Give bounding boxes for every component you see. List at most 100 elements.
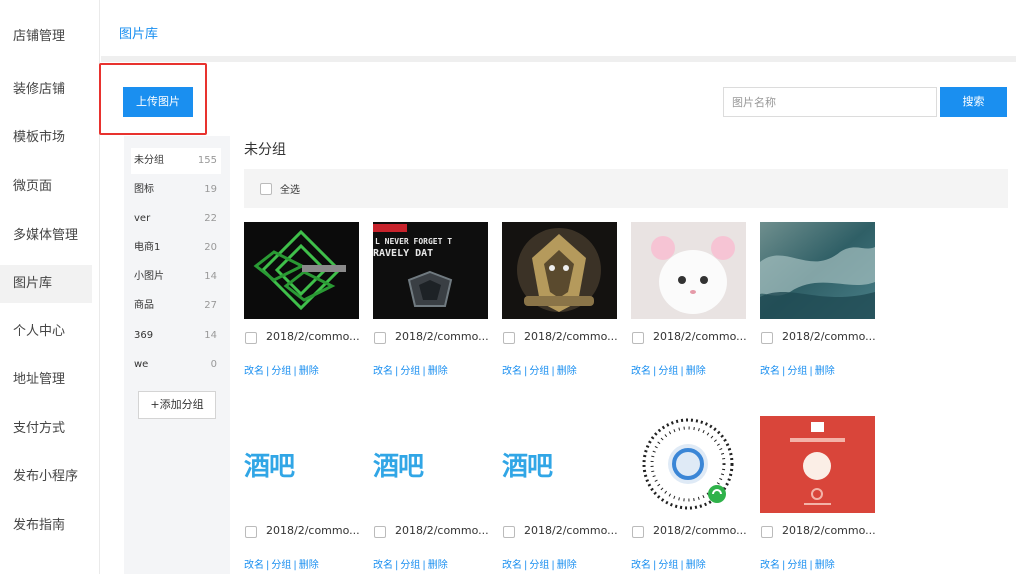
image-card[interactable]: L NEVER FORGET T RAVELY DAT 2018/2/commo… xyxy=(373,222,493,382)
sidebar-item-payment-method[interactable]: 支付方式 xyxy=(0,410,92,448)
group-link[interactable]: 分组 xyxy=(787,560,807,571)
group-count: 22 xyxy=(204,213,217,224)
group-link[interactable]: 分组 xyxy=(400,366,420,377)
image-checkbox[interactable] xyxy=(245,332,257,344)
rename-link[interactable]: 改名 xyxy=(760,560,780,571)
image-checkbox[interactable] xyxy=(761,526,773,538)
delete-link[interactable]: 删除 xyxy=(428,560,448,571)
image-thumbnail[interactable] xyxy=(502,222,617,319)
group-link[interactable]: 分组 xyxy=(658,366,678,377)
image-thumbnail[interactable] xyxy=(631,416,746,513)
rename-link[interactable]: 改名 xyxy=(631,366,651,377)
image-checkbox[interactable] xyxy=(503,526,515,538)
image-thumbnail[interactable] xyxy=(244,222,359,319)
sidebar: 店铺管理 装修店铺 模板市场 微页面 多媒体管理 图片库 个人中心 地址管理 支… xyxy=(0,0,100,574)
delete-link[interactable]: 删除 xyxy=(815,560,835,571)
rename-link[interactable]: 改名 xyxy=(502,560,522,571)
image-card[interactable]: 酒吧 2018/2/commo... 改名 | 分组 | 删除 xyxy=(502,416,622,574)
group-item[interactable]: we 0 xyxy=(131,352,221,378)
delete-link[interactable]: 删除 xyxy=(686,560,706,571)
calligraphy-text: 酒吧 xyxy=(244,452,295,482)
sidebar-item-media-management[interactable]: 多媒体管理 xyxy=(0,217,92,255)
image-checkbox[interactable] xyxy=(761,332,773,344)
image-thumbnail[interactable]: 酒吧 xyxy=(244,416,359,513)
delete-link[interactable]: 删除 xyxy=(686,366,706,377)
group-link[interactable]: 分组 xyxy=(787,366,807,377)
group-item[interactable]: 图标 19 xyxy=(131,177,221,203)
image-actions: 改名 | 分组 | 删除 xyxy=(760,362,835,377)
group-item[interactable]: 未分组 155 xyxy=(131,148,221,174)
group-name: 商品 xyxy=(134,300,154,311)
rename-link[interactable]: 改名 xyxy=(502,366,522,377)
upload-image-button[interactable]: 上传图片 xyxy=(123,87,193,117)
image-card[interactable]: 2018/2/commo... 改名 | 分组 | 删除 xyxy=(631,222,751,382)
image-card[interactable]: 2018/2/commo... 改名 | 分组 | 删除 xyxy=(631,416,751,574)
image-name: 2018/2/commo... xyxy=(395,330,489,343)
rename-link[interactable]: 改名 xyxy=(244,366,264,377)
delete-link[interactable]: 删除 xyxy=(428,366,448,377)
sidebar-item-template-market[interactable]: 模板市场 xyxy=(0,119,92,157)
tab-image-library[interactable]: 图片库 xyxy=(119,0,158,56)
group-item[interactable]: ver 22 xyxy=(131,206,221,232)
sidebar-item-personal-center[interactable]: 个人中心 xyxy=(0,313,92,351)
delete-link[interactable]: 删除 xyxy=(557,366,577,377)
delete-link[interactable]: 删除 xyxy=(299,560,319,571)
group-link[interactable]: 分组 xyxy=(529,560,549,571)
rename-link[interactable]: 改名 xyxy=(631,560,651,571)
delete-link[interactable]: 删除 xyxy=(299,366,319,377)
image-card[interactable]: 2018/2/commo... 改名 | 分组 | 删除 xyxy=(502,222,622,382)
image-thumbnail[interactable]: 酒吧 xyxy=(502,416,617,513)
select-all-checkbox[interactable] xyxy=(260,183,272,195)
image-checkbox[interactable] xyxy=(374,526,386,538)
separator: | xyxy=(782,560,786,571)
sidebar-item-micro-page[interactable]: 微页面 xyxy=(0,168,92,206)
image-thumbnail[interactable]: L NEVER FORGET T RAVELY DAT xyxy=(373,222,488,319)
image-checkbox[interactable] xyxy=(632,332,644,344)
image-actions: 改名 | 分组 | 删除 xyxy=(244,362,319,377)
image-checkbox[interactable] xyxy=(245,526,257,538)
image-card[interactable]: 酒吧 2018/2/commo... 改名 | 分组 | 删除 xyxy=(244,416,364,574)
image-name: 2018/2/commo... xyxy=(524,524,618,537)
image-card[interactable]: 2018/2/commo... 改名 | 分组 | 删除 xyxy=(760,416,880,574)
sidebar-item-publish-miniprogram[interactable]: 发布小程序 xyxy=(0,458,92,496)
sidebar-item-address-management[interactable]: 地址管理 xyxy=(0,361,92,399)
image-card[interactable]: 酒吧 2018/2/commo... 改名 | 分组 | 删除 xyxy=(373,416,493,574)
separator: | xyxy=(809,560,813,571)
delete-link[interactable]: 删除 xyxy=(815,366,835,377)
image-name: 2018/2/commo... xyxy=(266,524,360,537)
rename-link[interactable]: 改名 xyxy=(373,366,393,377)
group-count: 155 xyxy=(197,155,217,166)
sidebar-item-decorate-store[interactable]: 装修店铺 xyxy=(0,71,92,109)
group-link[interactable]: 分组 xyxy=(271,560,291,571)
group-name: 电商1 xyxy=(134,242,161,253)
search-button[interactable]: 搜索 xyxy=(940,87,1007,117)
group-link[interactable]: 分组 xyxy=(658,560,678,571)
image-card[interactable]: 2018/2/commo... 改名 | 分组 | 删除 xyxy=(244,222,364,382)
image-thumbnail[interactable] xyxy=(631,222,746,319)
group-item[interactable]: 电商1 20 xyxy=(131,235,221,261)
image-checkbox[interactable] xyxy=(503,332,515,344)
image-thumbnail[interactable]: 酒吧 xyxy=(373,416,488,513)
image-thumbnail[interactable] xyxy=(760,416,875,513)
delete-link[interactable]: 删除 xyxy=(557,560,577,571)
group-link[interactable]: 分组 xyxy=(529,366,549,377)
rename-link[interactable]: 改名 xyxy=(373,560,393,571)
group-count: 20 xyxy=(204,242,217,253)
add-group-button[interactable]: +添加分组 xyxy=(138,391,216,419)
sidebar-item-image-library[interactable]: 图片库 xyxy=(0,265,92,303)
group-item[interactable]: 小图片 14 xyxy=(131,264,221,290)
image-checkbox[interactable] xyxy=(632,526,644,538)
group-item[interactable]: 369 14 xyxy=(131,323,221,349)
rename-link[interactable]: 改名 xyxy=(244,560,264,571)
search-input[interactable] xyxy=(723,87,937,117)
select-all-label[interactable]: 全选 xyxy=(280,181,300,196)
group-item[interactable]: 商品 27 xyxy=(131,293,221,319)
sidebar-item-publish-guide[interactable]: 发布指南 xyxy=(0,507,92,545)
sidebar-item-store-management[interactable]: 店铺管理 xyxy=(0,18,92,56)
image-checkbox[interactable] xyxy=(374,332,386,344)
rename-link[interactable]: 改名 xyxy=(760,366,780,377)
image-thumbnail[interactable] xyxy=(760,222,875,319)
image-card[interactable]: 2018/2/commo... 改名 | 分组 | 删除 xyxy=(760,222,880,382)
group-link[interactable]: 分组 xyxy=(400,560,420,571)
group-link[interactable]: 分组 xyxy=(271,366,291,377)
